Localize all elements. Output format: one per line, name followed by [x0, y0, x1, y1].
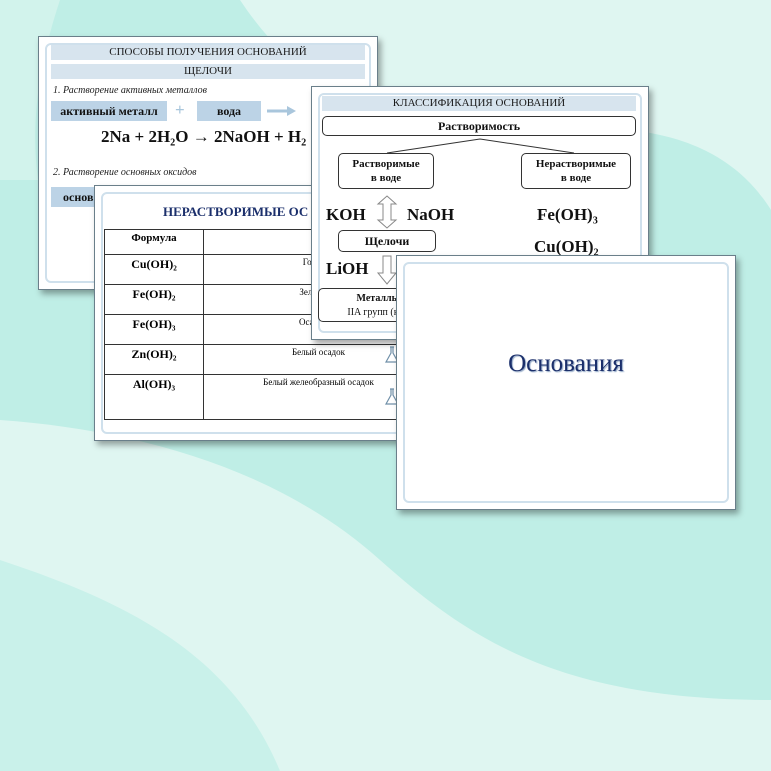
table-row: Al(OH)₃ Белый желеобразный осадок — [104, 374, 407, 420]
slide-title: НЕРАСТВОРИМЫЕ ОС — [163, 204, 309, 219]
formula-cell: Al(OH)₃ — [104, 374, 204, 420]
slide-frame — [403, 262, 729, 503]
reactant-box: активный металл — [51, 101, 167, 121]
soluble-node: Растворимые в воде — [338, 153, 434, 189]
node-label: Растворимые — [352, 158, 420, 170]
node-label: в воде — [370, 172, 402, 184]
description-cell: Белый желеобразный осадок — [203, 374, 407, 420]
formula-cell: Fe(OH)₂ — [104, 284, 204, 315]
method-label: 1. Растворение активных металлов — [53, 85, 207, 96]
insoluble-node: Нерастворимые в воде — [521, 153, 631, 189]
double-arrow-icon — [376, 195, 398, 229]
node-label: в воде — [560, 172, 592, 184]
formula-cell: Zn(OH)₂ — [104, 344, 204, 375]
column-header: Формула — [104, 229, 204, 255]
node-label: Нерастворимые — [535, 158, 617, 170]
formula-cuoh2: Cu(OH)₂ — [534, 237, 599, 256]
formula-koh: KOH — [326, 205, 366, 224]
formula-naoh: NaOH — [407, 205, 455, 224]
main-title: Основания — [508, 350, 624, 377]
reaction-equation: 2Na + 2H₂O → 2NaOH + H₂ — [101, 127, 307, 146]
description-cell: Белый осадок — [203, 344, 407, 375]
plus-icon: + — [175, 100, 185, 119]
formula-lioh: LiOH — [326, 259, 369, 278]
formula-feoh3: Fe(OH)₃ — [537, 205, 598, 224]
slide-subtitle: ЩЕЛОЧИ — [51, 64, 365, 79]
alkali-node: Щелочи — [338, 230, 436, 252]
method-label: 2. Растворение основных оксидов — [53, 167, 197, 178]
arrow-down-icon — [376, 255, 398, 285]
slide-title-card[interactable]: Основания — [396, 255, 736, 510]
formula-cell: Fe(OH)₃ — [104, 314, 204, 345]
slide-title: СПОСОБЫ ПОЛУЧЕНИЯ ОСНОВАНИЙ — [51, 45, 365, 60]
table-row: Zn(OH)₂ Белый осадок — [104, 344, 407, 375]
arrow-right-icon — [267, 106, 296, 116]
reactant-box: вода — [197, 101, 261, 121]
formula-cell: Cu(OH)₂ — [104, 254, 204, 285]
